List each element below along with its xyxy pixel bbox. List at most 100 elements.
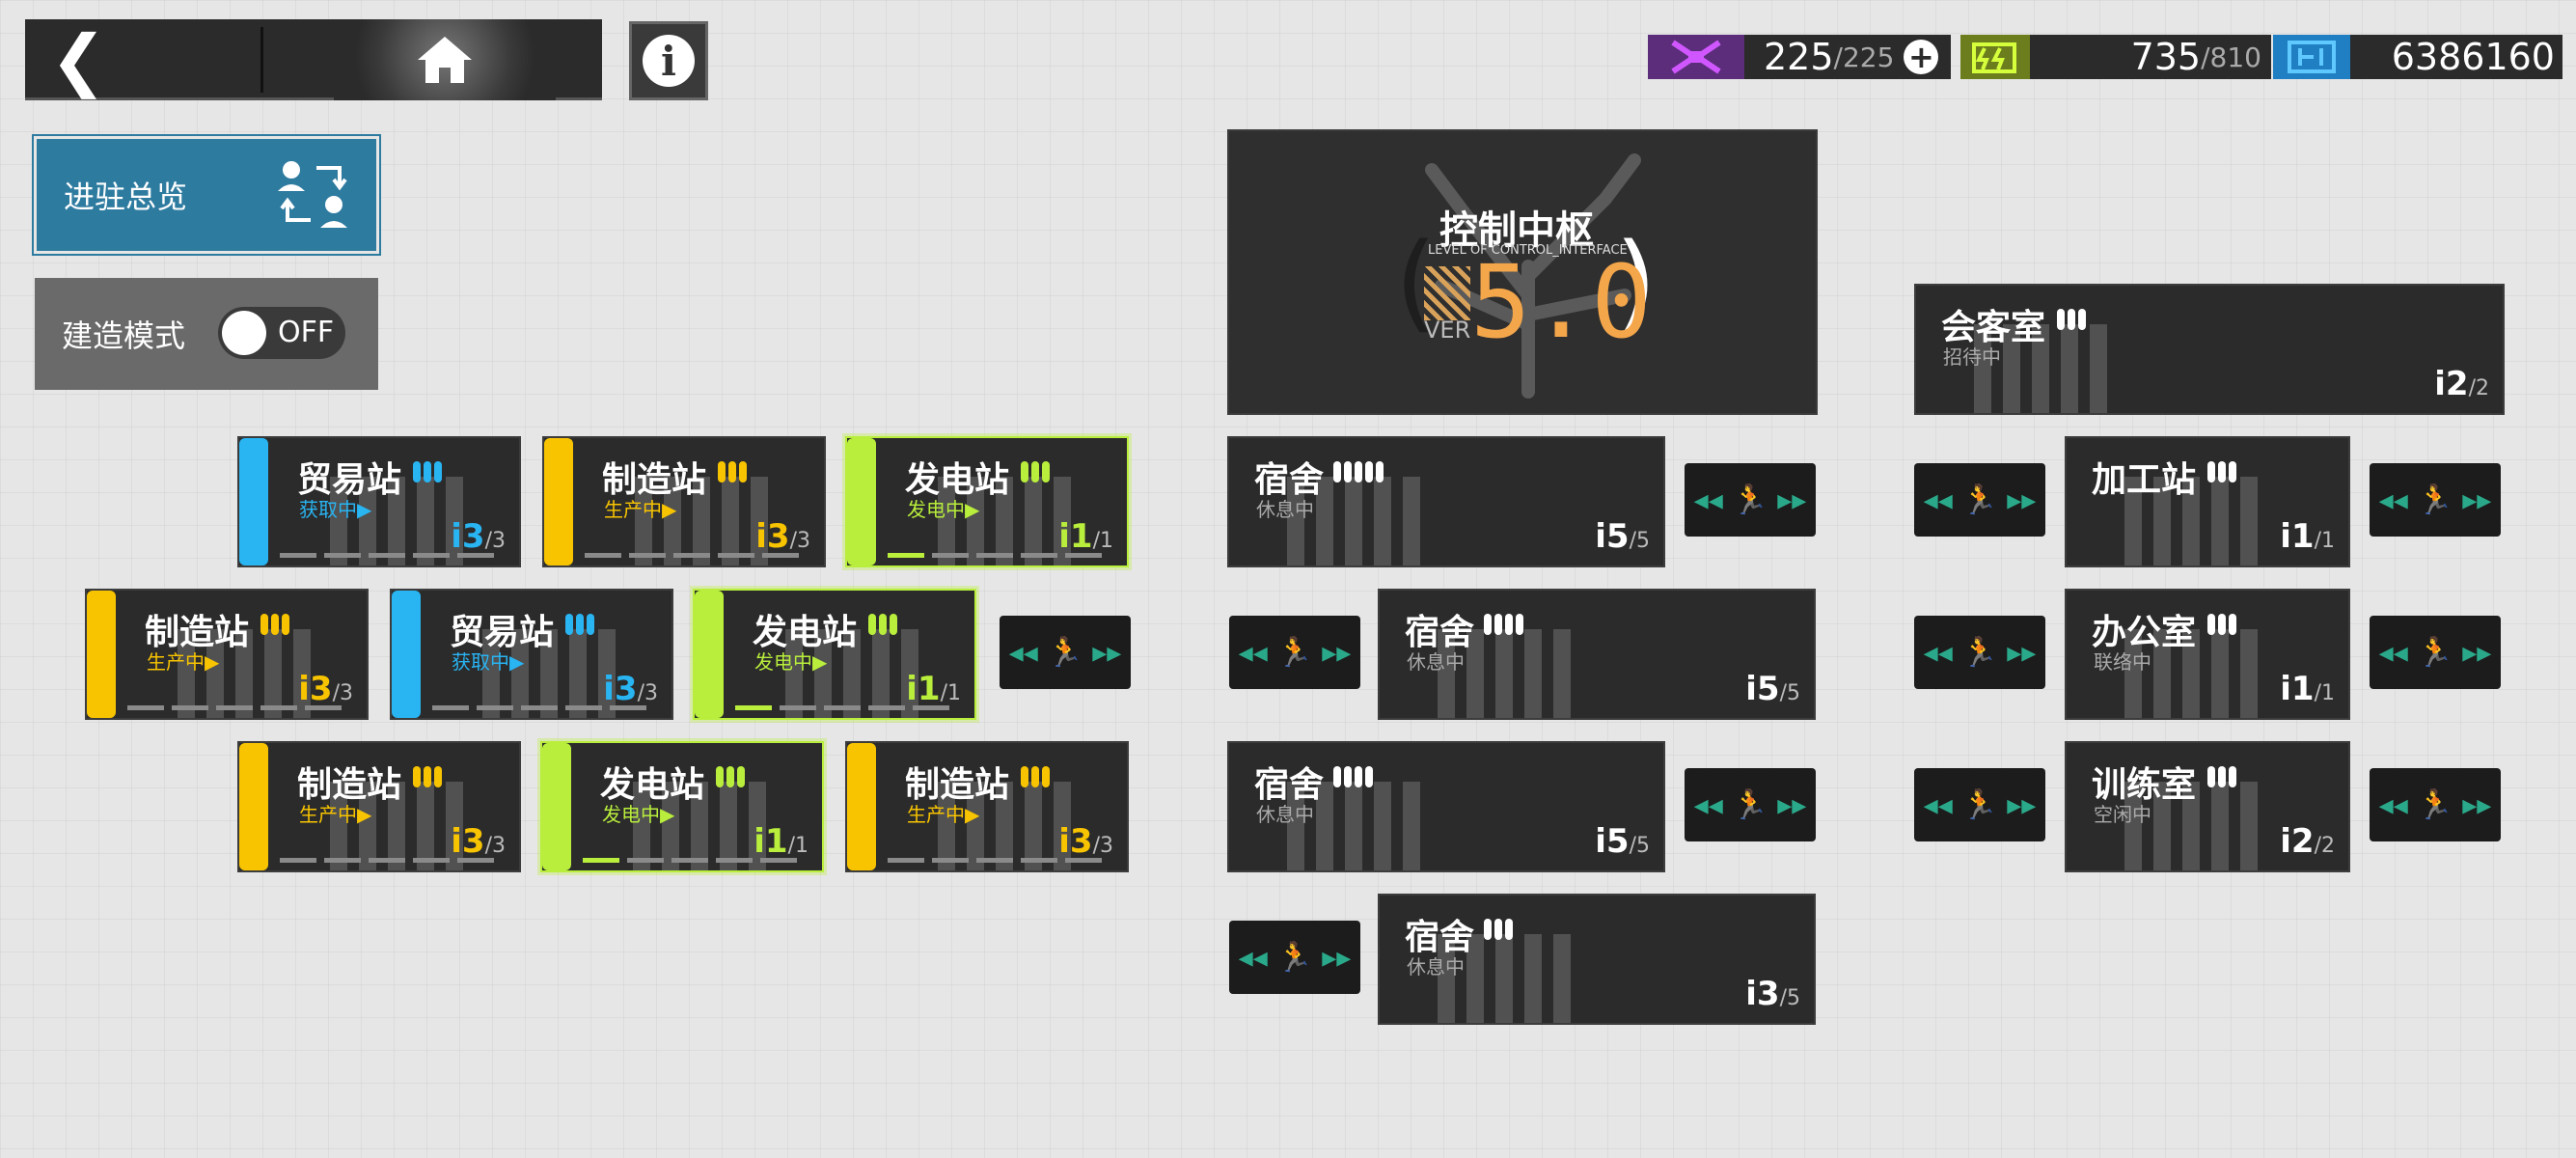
operator-icon: i — [2280, 822, 2291, 861]
corridor-button[interactable]: ◂◂ 🏃 ▸▸ — [1914, 463, 2045, 537]
control-level: 5.0 — [1470, 243, 1652, 361]
control-center[interactable]: 控制中枢 LEVEL OF CONTROL_INTERFACE ( ) VER … — [1227, 129, 1818, 415]
operator-icon: i — [1745, 975, 1757, 1013]
operator-icon: i — [1595, 517, 1606, 556]
room-type-stripe — [87, 591, 116, 718]
operator-count-max: /1 — [2314, 529, 2335, 553]
room-trade-1[interactable]: 贸易站 获取中▶ i3/3 — [237, 436, 521, 567]
operator-count-max: /1 — [1092, 529, 1113, 553]
add-sanity-button[interactable]: + — [1904, 39, 1939, 75]
drone-sanity-icon — [1648, 35, 1744, 79]
corridor-button[interactable]: ◂◂ 🏃 ▸▸ — [2370, 463, 2501, 537]
room-level-pips — [2207, 766, 2236, 787]
operator-count-max: /5 — [1629, 834, 1650, 858]
running-man-icon: ◂◂ 🏃 ▸▸ — [1923, 787, 2037, 822]
running-man-icon: ◂◂ 🏃 ▸▸ — [1238, 940, 1352, 975]
room-status: 休息中 — [1256, 498, 1314, 521]
room-power-3[interactable]: 发电站 发电中▶ i1/1 — [540, 741, 824, 872]
room-dorm-4[interactable]: 宿舍 休息中 i3/5 — [1378, 894, 1816, 1025]
nav-divider — [260, 27, 263, 93]
operator-count-max: /3 — [484, 529, 506, 553]
room-dorm-3[interactable]: 宿舍 休息中 i5/5 — [1227, 741, 1665, 872]
operator-count: i3/3 — [603, 670, 658, 708]
room-power-2[interactable]: 发电站 发电中▶ i1/1 — [693, 589, 976, 720]
room-status: 生产中▶ — [299, 803, 372, 826]
operator-count-value: 3 — [461, 517, 485, 556]
room-dorm-1[interactable]: 宿舍 休息中 i5/5 — [1227, 436, 1665, 567]
operator-count: i3/3 — [451, 517, 506, 556]
top-nav-bar: ❮ — [25, 19, 602, 100]
sanity-value: 225 — [1764, 36, 1834, 78]
operator-count-value: 1 — [764, 822, 788, 861]
room-status: 休息中 — [1407, 955, 1465, 979]
room-type-stripe — [542, 743, 571, 870]
overview-label: 进驻总览 — [64, 179, 188, 215]
operator-icon: i — [1595, 822, 1606, 861]
operator-icon: i — [451, 822, 462, 861]
room-factory-2[interactable]: 制造站 生产中▶ i3/3 — [85, 589, 369, 720]
room-factory-1[interactable]: 制造站 生产中▶ i3/3 — [542, 436, 826, 567]
drone-value: 735 — [2130, 36, 2202, 78]
operator-count-value: 3 — [614, 670, 638, 708]
operator-count-value: 1 — [1069, 517, 1093, 556]
room-trade-2[interactable]: 贸易站 获取中▶ i3/3 — [390, 589, 673, 720]
room-office[interactable]: 办公室 联络中 i1/1 — [2065, 589, 2350, 720]
operator-count-value: 5 — [1605, 822, 1630, 861]
room-level-pips — [565, 614, 594, 635]
operator-count: i3/3 — [1058, 822, 1113, 861]
corridor-button[interactable]: ◂◂ 🏃 ▸▸ — [1685, 463, 1816, 537]
operator-count-max: /5 — [1779, 986, 1800, 1010]
running-man-icon: ◂◂ 🏃 ▸▸ — [1693, 787, 1807, 822]
running-man-icon: ◂◂ 🏃 ▸▸ — [2378, 635, 2492, 670]
room-status: 生产中▶ — [907, 803, 980, 826]
operator-count: i5/5 — [1595, 822, 1650, 861]
room-progress-bars — [735, 705, 949, 710]
room-level-pips — [1021, 461, 1050, 482]
operator-count-max: /1 — [940, 681, 961, 705]
operator-count: i1/1 — [2280, 670, 2335, 708]
lmd-icon — [2273, 35, 2350, 79]
running-man-icon: ◂◂ 🏃 ▸▸ — [1693, 482, 1807, 517]
lmd-counter: 6386160 — [2273, 35, 2562, 79]
room-dorm-2[interactable]: 宿舍 休息中 i5/5 — [1378, 589, 1816, 720]
corridor-button[interactable]: ◂◂ 🏃 ▸▸ — [2370, 768, 2501, 841]
operator-count: i1/1 — [2280, 517, 2335, 556]
back-button[interactable]: ❮ — [25, 19, 260, 100]
room-reception[interactable]: 会客室 招待中 i2/2 — [1914, 284, 2505, 415]
room-level-pips — [1484, 614, 1523, 635]
room-level-pips — [260, 614, 289, 635]
corridor-button[interactable]: ◂◂ 🏃 ▸▸ — [1685, 768, 1816, 841]
ver-label: VER — [1424, 317, 1471, 344]
room-training[interactable]: 训练室 空闲中 i2/2 — [2065, 741, 2350, 872]
room-workshop[interactable]: 加工站 i1/1 — [2065, 436, 2350, 567]
room-factory-4[interactable]: 制造站 生产中▶ i3/3 — [845, 741, 1129, 872]
chevron-left-icon: ❮ — [50, 20, 107, 99]
operator-icon: i — [754, 822, 765, 861]
room-name: 加工站 — [2092, 460, 2197, 500]
room-type-stripe — [239, 743, 268, 870]
room-factory-3[interactable]: 制造站 生产中▶ i3/3 — [237, 741, 521, 872]
room-type-stripe — [695, 591, 724, 718]
build-mode-toggle[interactable]: OFF — [218, 307, 345, 359]
room-level-pips — [413, 766, 442, 787]
sanity-counter: 225 /225 + — [1648, 35, 1951, 79]
home-button[interactable] — [334, 19, 556, 100]
operator-count-max: /1 — [2314, 681, 2335, 705]
corridor-button[interactable]: ◂◂ 🏃 ▸▸ — [1229, 921, 1360, 994]
room-progress-bars — [127, 705, 342, 710]
room-level-pips — [413, 461, 442, 482]
operator-count-value: 3 — [461, 822, 485, 861]
room-type-stripe — [847, 743, 876, 870]
corridor-button[interactable]: ◂◂ 🏃 ▸▸ — [1914, 768, 2045, 841]
operator-count-max: /3 — [637, 681, 658, 705]
operator-count-max: /5 — [1629, 529, 1650, 553]
corridor-button[interactable]: ◂◂ 🏃 ▸▸ — [1914, 616, 2045, 689]
room-power-1[interactable]: 发电站 发电中▶ i1/1 — [845, 436, 1129, 567]
room-type-stripe — [544, 438, 573, 565]
corridor-button[interactable]: ◂◂ 🏃 ▸▸ — [2370, 616, 2501, 689]
info-button[interactable]: i — [629, 21, 708, 100]
corridor-button[interactable]: ◂◂ 🏃 ▸▸ — [1000, 616, 1131, 689]
corridor-button[interactable]: ◂◂ 🏃 ▸▸ — [1229, 616, 1360, 689]
overview-button[interactable]: 进驻总览 — [37, 139, 376, 251]
operator-icon: i — [451, 517, 462, 556]
